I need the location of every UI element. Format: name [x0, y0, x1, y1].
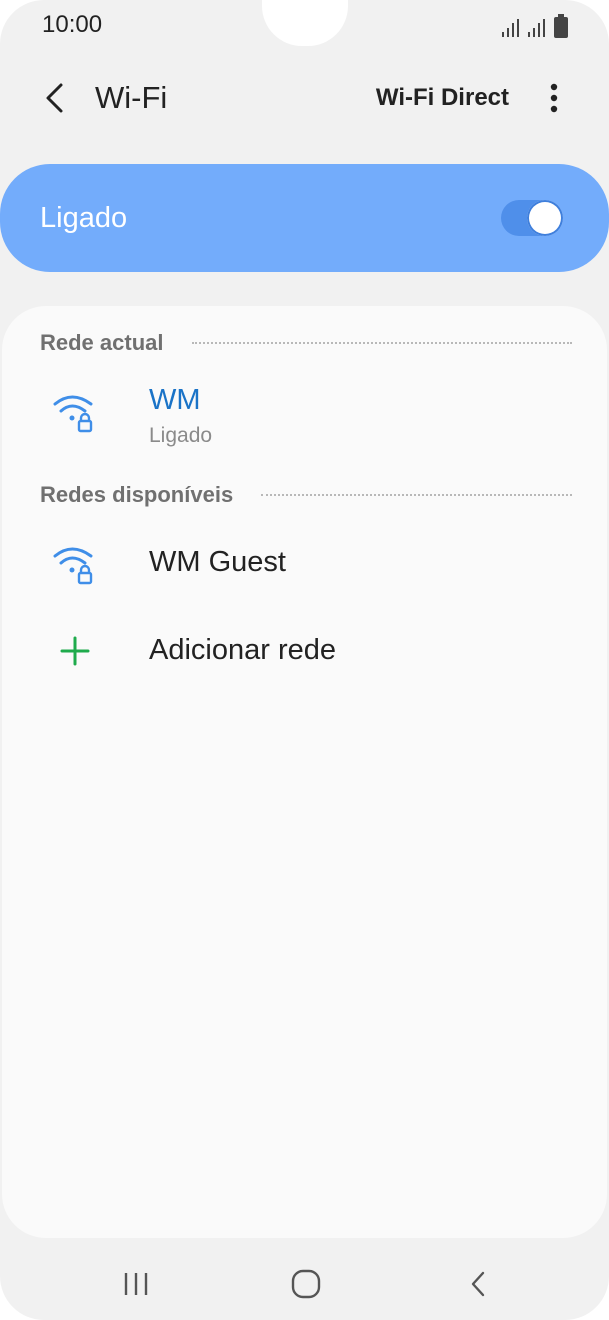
- home-button[interactable]: [286, 1266, 326, 1302]
- wifi-lock-icon: [53, 547, 93, 585]
- page-title: Wi-Fi: [95, 80, 168, 115]
- home-icon: [291, 1269, 321, 1299]
- chevron-left-icon: [46, 83, 63, 113]
- network-status: Ligado: [149, 424, 213, 447]
- status-time: 10:00: [42, 11, 103, 38]
- signal-icon: [502, 19, 519, 37]
- status-bar: 10:00: [0, 0, 609, 54]
- more-vertical-icon: [550, 83, 558, 113]
- camera-notch: [262, 0, 348, 46]
- signal-icon: [528, 19, 545, 37]
- plus-icon: [60, 636, 90, 666]
- network-name: WM: [149, 384, 201, 416]
- network-name: WM Guest: [149, 546, 286, 578]
- section-title: Redes disponíveis: [40, 482, 234, 507]
- current-network-header: Rede actual: [40, 328, 572, 358]
- wifi-direct-button[interactable]: Wi-Fi Direct: [376, 84, 509, 112]
- section-title: Rede actual: [40, 330, 164, 355]
- recent-apps-button[interactable]: [116, 1266, 156, 1302]
- app-bar: Wi-Fi Wi-Fi Direct: [0, 60, 609, 136]
- current-network-row[interactable]: WM Ligado: [2, 372, 607, 462]
- status-icons: [501, 12, 569, 38]
- add-network-row[interactable]: Adicionar rede: [2, 612, 607, 692]
- networks-list-card: Rede actual WM Ligado Redes disponíveis: [2, 306, 607, 1238]
- back-button[interactable]: [34, 76, 74, 120]
- wifi-master-toggle[interactable]: Ligado: [0, 164, 609, 272]
- back-arrow-icon: [471, 1271, 485, 1297]
- battery-icon: [554, 14, 568, 38]
- wifi-lock-icon: [53, 395, 93, 433]
- network-row-wm-guest[interactable]: WM Guest: [2, 524, 607, 604]
- navigation-bar: [0, 1244, 609, 1320]
- back-nav-button[interactable]: [458, 1266, 498, 1302]
- available-networks-header: Redes disponíveis: [40, 480, 572, 510]
- phone-screen: 10:00 Wi-Fi Wi-Fi Direct Ligado Rede act…: [0, 0, 609, 1320]
- more-options-button[interactable]: [539, 80, 569, 116]
- wifi-switch[interactable]: [501, 200, 563, 236]
- wifi-status-label: Ligado: [40, 202, 128, 234]
- recent-apps-icon: [124, 1273, 148, 1295]
- section-divider: [261, 494, 572, 496]
- section-divider: [191, 342, 572, 344]
- add-network-label: Adicionar rede: [149, 634, 336, 666]
- switch-knob: [527, 200, 563, 236]
